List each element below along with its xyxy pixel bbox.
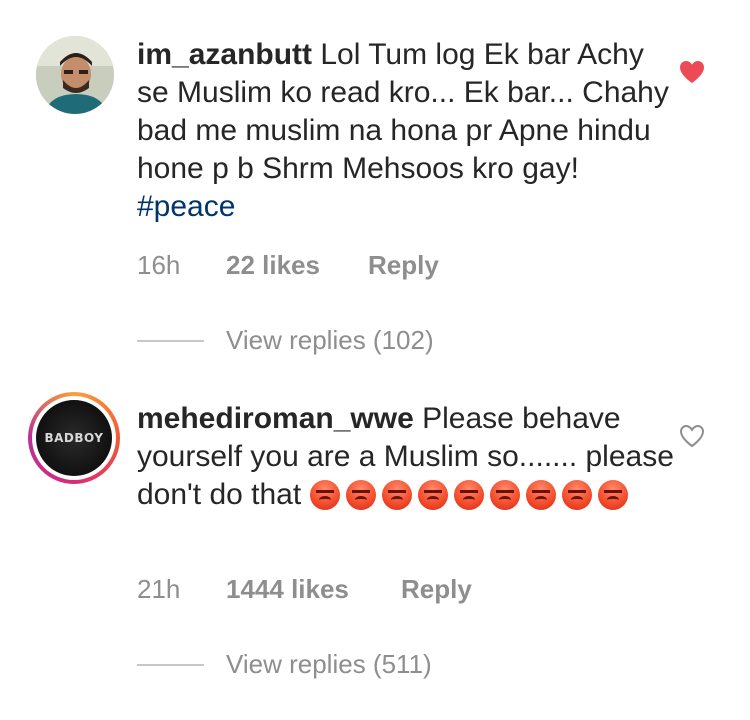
divider-line	[137, 663, 204, 666]
avatar-image: BADBOY	[36, 400, 112, 476]
view-replies[interactable]: View replies (102)	[137, 325, 434, 356]
comment-timestamp: 21h	[137, 574, 181, 604]
divider-line	[137, 339, 204, 342]
comment-text: mehediroman_wwe Please behave yourself y…	[137, 400, 677, 514]
likes-count[interactable]: 22 likes	[226, 250, 368, 281]
angry-face-emoji	[597, 480, 628, 510]
emoji-group	[309, 478, 634, 511]
avatar-badboy-text: BADBOY	[44, 431, 104, 445]
heart-outline-icon[interactable]	[679, 424, 705, 448]
avatar[interactable]	[36, 36, 114, 114]
reply-button[interactable]: Reply	[368, 250, 439, 281]
angry-face-emoji	[381, 480, 412, 510]
angry-face-emoji	[417, 480, 448, 510]
angry-face-emoji	[453, 480, 484, 510]
comment-timestamp: 16h	[137, 250, 181, 280]
comment-meta: 21h 1444 likes Reply	[137, 574, 472, 605]
likes-count[interactable]: 1444 likes	[226, 574, 401, 605]
avatar[interactable]: BADBOY	[28, 392, 120, 484]
view-replies-label[interactable]: View replies (511)	[226, 649, 432, 680]
view-replies-label[interactable]: View replies (102)	[226, 325, 434, 356]
angry-face-emoji	[525, 480, 556, 510]
view-replies[interactable]: View replies (511)	[137, 649, 432, 680]
angry-face-emoji	[345, 480, 376, 510]
angry-face-emoji	[489, 480, 520, 510]
reply-button[interactable]: Reply	[401, 574, 472, 605]
user-photo-icon	[36, 36, 114, 114]
comment-meta: 16h 22 likes Reply	[137, 250, 439, 281]
comment-username[interactable]: mehediroman_wwe	[137, 402, 414, 435]
angry-face-emoji	[309, 480, 340, 510]
angry-face-emoji	[561, 480, 592, 510]
heart-filled-icon[interactable]	[679, 60, 705, 84]
comment-text: im_azanbutt Lol Tum log Ek bar Achy se M…	[137, 36, 677, 226]
comment-username[interactable]: im_azanbutt	[137, 38, 312, 71]
hashtag-link[interactable]: #peace	[137, 190, 235, 223]
